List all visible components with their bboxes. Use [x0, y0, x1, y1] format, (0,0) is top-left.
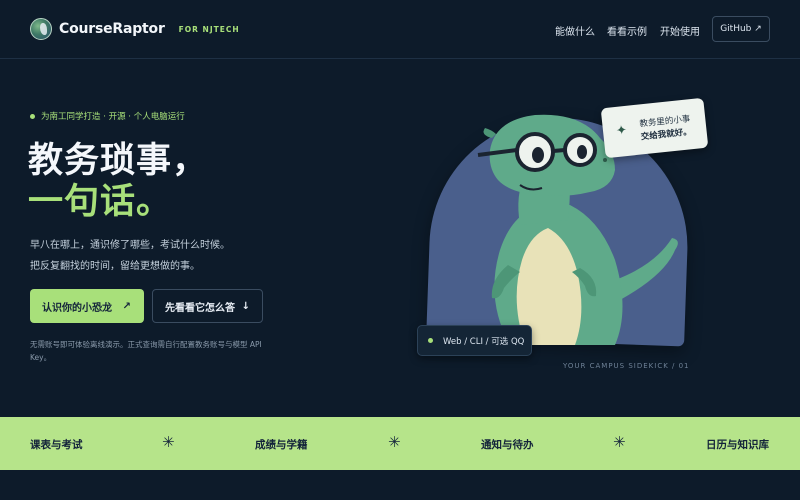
globe-logo-icon [30, 18, 52, 40]
asterisk-icon: ✳ [388, 433, 401, 451]
arrow-down-icon: ↓ [241, 300, 250, 312]
see-answers-label: 先看看它怎么答 [165, 302, 235, 314]
feature-notices-todos: 通知与待办 [481, 439, 534, 451]
top-nav-bar: CourseRaptor FOR NJTECH 能做什么 看看示例 开始使用 G… [0, 0, 800, 59]
arrow-up-right-icon: ↗ [122, 300, 131, 312]
hero-description-line1: 早八在哪上，通识修了哪些，考试什么时候。 [30, 240, 230, 251]
speech-bubble-card: ✦ 教务里的小事 交给我就好。 [600, 97, 709, 159]
see-answers-button[interactable]: 先看看它怎么答 ↓ [152, 289, 263, 323]
nav-link-features[interactable]: 能做什么 [555, 23, 595, 38]
github-button[interactable]: GitHub ↗ [712, 16, 770, 42]
asterisk-icon: ✳ [613, 433, 626, 451]
feature-calendar-kb: 日历与知识库 [706, 439, 769, 451]
brand-logo-link[interactable]: CourseRaptor FOR NJTECH [30, 18, 240, 40]
sparkle-icon: ✦ [615, 122, 628, 139]
brand-tagline: FOR NJTECH [178, 24, 240, 34]
feature-band: 课表与考试 ✳ 成绩与学籍 ✳ 通知与待办 ✳ 日历与知识库 [0, 417, 800, 470]
hero-headline-line2: 一句话。 [28, 182, 173, 222]
illustration-caption: YOUR CAMPUS SIDEKICK / 01 [563, 362, 690, 370]
feature-schedule-exams: 课表与考试 [30, 439, 83, 451]
nav-link-examples[interactable]: 看看示例 [607, 23, 647, 38]
hero-kicker: 为南工同学打造 · 开源 · 个人电脑运行 [30, 110, 185, 122]
nav-link-get-started[interactable]: 开始使用 [660, 23, 700, 38]
brand-name: CourseRaptor [59, 21, 165, 37]
platform-label: Web / CLI / 可选 QQ [443, 336, 525, 347]
hero-description-line2: 把反复翻找的时间，留给更想做的事。 [30, 261, 200, 272]
status-dot-icon [428, 338, 433, 343]
meet-dino-label: 认识你的小恐龙 [42, 302, 112, 314]
meet-dino-button[interactable]: 认识你的小恐龙 ↗ [30, 289, 144, 323]
kicker-text: 为南工同学打造 · 开源 · 个人电脑运行 [41, 112, 185, 122]
feature-grades-status: 成绩与学籍 [255, 439, 308, 451]
offline-demo-note: 无需账号即可体验离线演示。正式查询需自行配置教务账号与模型 API Key。 [30, 340, 262, 362]
kicker-dot-icon [30, 113, 35, 119]
asterisk-icon: ✳ [162, 433, 175, 451]
platform-pill: Web / CLI / 可选 QQ [417, 325, 532, 356]
